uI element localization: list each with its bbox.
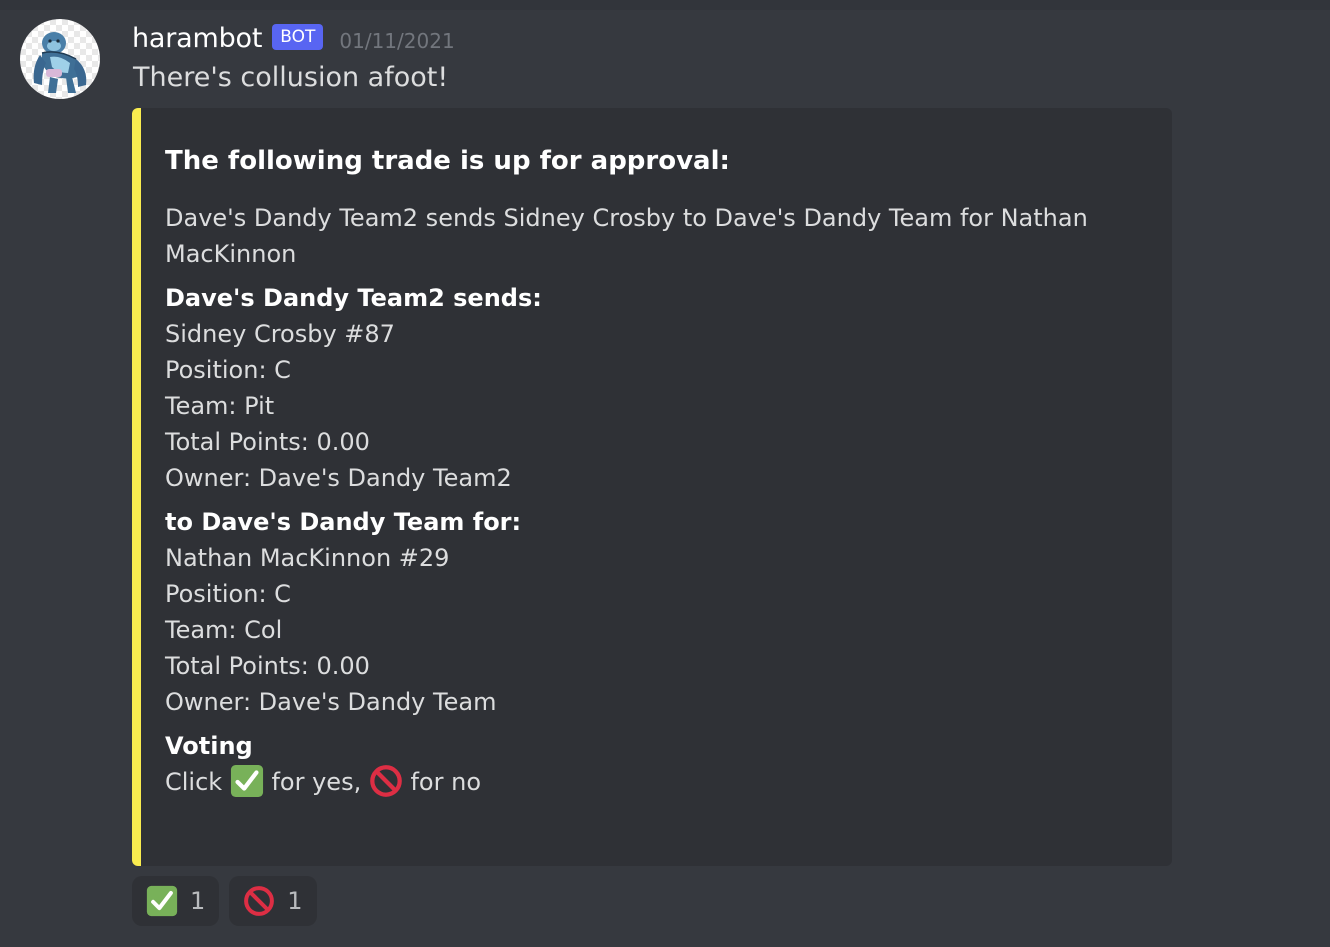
reactions-bar: 1 1 xyxy=(132,876,317,926)
trade-embed: The following trade is up for approval: … xyxy=(132,108,1172,866)
voting-prefix: Click xyxy=(165,768,223,796)
voting-no-text: for no xyxy=(410,768,482,796)
embed-body: The following trade is up for approval: … xyxy=(165,142,1155,800)
field-sender: Dave's Dandy Team2 sends: Sidney Crosby … xyxy=(165,284,1155,496)
field-name: Voting xyxy=(165,732,253,760)
field-line-owner: Owner: Dave's Dandy Team xyxy=(165,688,497,716)
field-name: Dave's Dandy Team2 sends: xyxy=(165,284,542,312)
field-voting: Voting Click for yes, for no xyxy=(165,732,1155,800)
field-line-owner: Owner: Dave's Dandy Team2 xyxy=(165,464,512,492)
field-receiver: to Dave's Dandy Team for: Nathan MacKinn… xyxy=(165,508,1155,720)
embed-title: The following trade is up for approval: xyxy=(165,146,730,176)
no-entry-sign-icon xyxy=(370,765,402,797)
field-line-player: Sidney Crosby #87 xyxy=(165,320,395,348)
field-line-points: Total Points: 0.00 xyxy=(165,428,370,456)
field-line-points: Total Points: 0.00 xyxy=(165,652,370,680)
reaction-no[interactable]: 1 xyxy=(229,876,317,926)
field-line-team: Team: Pit xyxy=(165,392,275,420)
reaction-yes[interactable]: 1 xyxy=(132,876,220,926)
field-line-team: Team: Col xyxy=(165,616,283,644)
embed-accent-bar xyxy=(132,108,141,866)
white-check-mark-icon xyxy=(146,885,178,917)
bot-badge: BOT xyxy=(272,24,324,50)
voting-instructions: Click for yes, for no xyxy=(165,764,1155,800)
field-line-player: Nathan MacKinnon #29 xyxy=(165,544,450,572)
field-name: to Dave's Dandy Team for: xyxy=(165,508,522,536)
embed-description: Dave's Dandy Team2 sends Sidney Crosby t… xyxy=(165,204,1088,268)
message-content: There's collusion afoot! xyxy=(133,62,449,93)
channel-divider xyxy=(0,0,1330,10)
message-timestamp[interactable]: 01/11/2021 xyxy=(339,29,454,53)
author-username[interactable]: harambot xyxy=(132,23,262,54)
reaction-count: 1 xyxy=(190,887,206,915)
avatar[interactable] xyxy=(20,19,100,99)
gorilla-avatar-icon xyxy=(33,32,87,93)
no-entry-sign-icon xyxy=(244,886,275,916)
reaction-count: 1 xyxy=(287,887,303,915)
white-check-mark-icon xyxy=(230,764,263,798)
message-header: harambot BOT 01/11/2021 xyxy=(132,20,455,56)
field-line-position: Position: C xyxy=(165,580,291,608)
field-line-position: Position: C xyxy=(165,356,291,384)
voting-yes-text: for yes, xyxy=(271,768,362,796)
